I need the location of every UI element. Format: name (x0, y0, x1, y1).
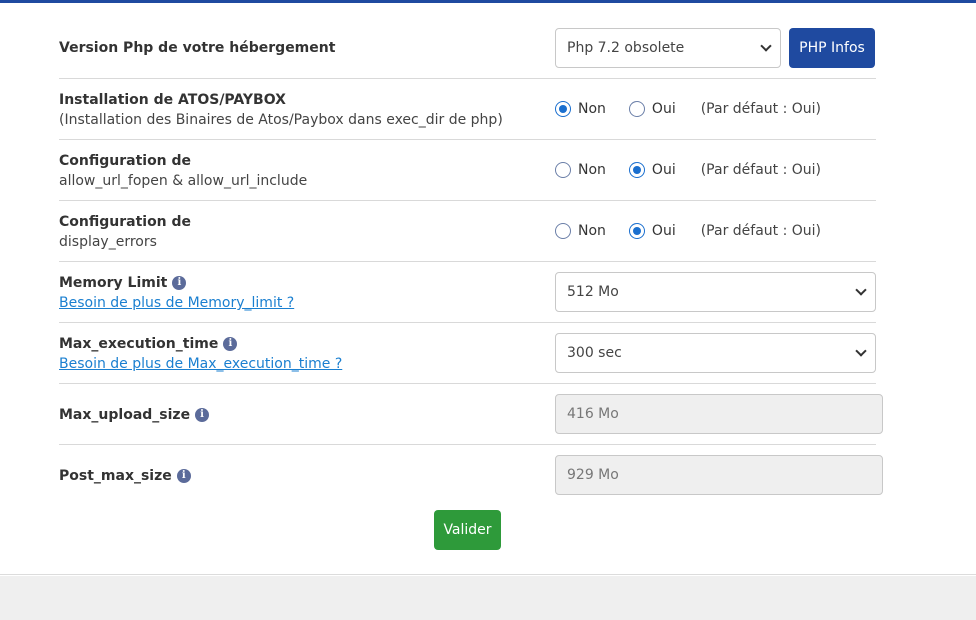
memory-limit-title-text: Memory Limit (59, 275, 168, 291)
php-version-select[interactable]: Php 7.2 obsolete (555, 28, 781, 68)
max-upload-size-label: Max_upload_size i (59, 405, 210, 425)
valider-button[interactable]: Valider (434, 510, 501, 550)
max-upload-size-title: Max_upload_size i (59, 405, 210, 425)
memory-limit-label: Memory Limit i Besoin de plus de Memory_… (59, 273, 294, 313)
info-icon[interactable]: i (223, 337, 238, 351)
atos-title: Installation de ATOS/PAYBOX (59, 92, 286, 108)
chevron-down-icon (855, 284, 867, 296)
post-max-size-value: 929 Mo (567, 467, 619, 483)
display-errors-radio-group: Non Oui (Par défaut : Oui) (555, 223, 821, 239)
max-upload-size-field: 416 Mo (555, 394, 883, 434)
footer-background (0, 576, 976, 620)
max-execution-time-title-text: Max_execution_time (59, 336, 219, 352)
atos-radio-oui[interactable] (628, 101, 645, 117)
display-errors-oui-label: Oui (651, 223, 676, 239)
atos-non-label: Non (578, 101, 606, 117)
chevron-down-icon (760, 40, 772, 52)
php-version-title: Version Php de votre hébergement (59, 40, 336, 56)
max-execution-time-select[interactable]: 300 sec (555, 333, 876, 373)
atos-label: Installation de ATOS/PAYBOX (Installatio… (59, 90, 503, 130)
atos-subtitle: (Installation des Binaires de Atos/Paybo… (59, 112, 503, 128)
url-fopen-non-label: Non (578, 162, 606, 178)
php-version-label: Version Php de votre hébergement (59, 38, 335, 58)
url-fopen-option-non[interactable]: Non (555, 162, 606, 178)
memory-limit-value: 512 Mo (567, 284, 619, 300)
max-execution-time-title: Max_execution_time i (59, 334, 238, 354)
display-errors-option-non[interactable]: Non (555, 223, 606, 239)
atos-radio-group: Non Oui (Par défaut : Oui) (555, 101, 821, 117)
php-infos-button[interactable]: PHP Infos (789, 28, 875, 68)
url-fopen-radio-group: Non Oui (Par défaut : Oui) (555, 162, 821, 178)
memory-limit-title: Memory Limit i (59, 273, 187, 293)
display-errors-title: Configuration de (59, 214, 192, 230)
display-errors-subtitle: display_errors (59, 234, 157, 250)
atos-oui-label: Oui (651, 101, 676, 117)
memory-limit-link[interactable]: Besoin de plus de Memory_limit ? (59, 295, 294, 311)
max-upload-size-title-text: Max_upload_size (59, 407, 191, 423)
url-fopen-title: Configuration de (59, 153, 192, 169)
atos-radio-non[interactable] (555, 101, 571, 117)
php-version-value: Php 7.2 obsolete (567, 40, 685, 56)
post-max-size-title-text: Post_max_size (59, 468, 172, 484)
max-execution-time-value: 300 sec (567, 345, 622, 361)
url-fopen-subtitle: allow_url_fopen & allow_url_include (59, 173, 308, 189)
settings-panel: Version Php de votre hébergement Php 7.2… (0, 3, 976, 575)
display-errors-option-oui[interactable]: Oui (628, 223, 676, 239)
atos-option-non[interactable]: Non (555, 101, 606, 117)
url-fopen-oui-label: Oui (651, 162, 676, 178)
info-icon[interactable]: i (195, 408, 210, 422)
url-fopen-option-oui[interactable]: Oui (628, 162, 676, 178)
display-errors-radio-oui[interactable] (628, 223, 645, 239)
chevron-down-icon (855, 345, 867, 357)
display-errors-non-label: Non (578, 223, 606, 239)
max-execution-time-label: Max_execution_time i Besoin de plus de M… (59, 334, 342, 374)
atos-option-oui[interactable]: Oui (628, 101, 676, 117)
max-execution-time-link[interactable]: Besoin de plus de Max_execution_time ? (59, 356, 342, 372)
post-max-size-field: 929 Mo (555, 455, 883, 495)
url-fopen-radio-oui[interactable] (628, 162, 645, 178)
display-errors-default-note: (Par défaut : Oui) (700, 223, 822, 239)
display-errors-label: Configuration de display_errors (59, 212, 191, 252)
atos-default-note: (Par défaut : Oui) (700, 101, 822, 117)
memory-limit-select[interactable]: 512 Mo (555, 272, 876, 312)
post-max-size-title: Post_max_size i (59, 466, 191, 486)
url-fopen-radio-non[interactable] (555, 162, 571, 178)
info-icon[interactable]: i (172, 276, 187, 290)
post-max-size-label: Post_max_size i (59, 466, 191, 486)
display-errors-radio-non[interactable] (555, 223, 571, 239)
max-upload-size-value: 416 Mo (567, 406, 619, 422)
url-fopen-label: Configuration de allow_url_fopen & allow… (59, 151, 307, 191)
info-icon[interactable]: i (176, 469, 191, 483)
url-fopen-default-note: (Par défaut : Oui) (700, 162, 822, 178)
